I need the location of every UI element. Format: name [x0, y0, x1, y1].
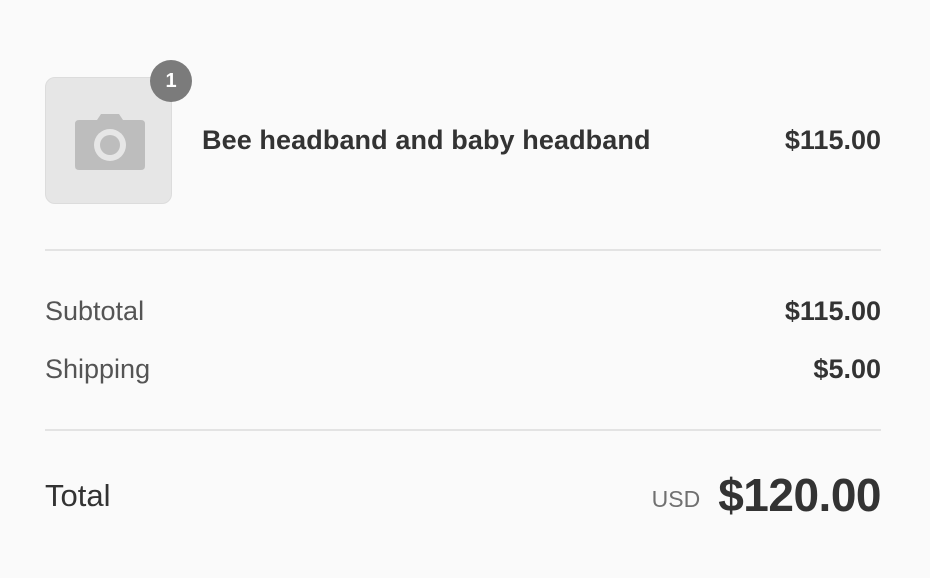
divider	[45, 249, 881, 251]
product-thumbnail: 1	[45, 60, 192, 204]
divider	[45, 429, 881, 431]
line-item: 1 Bee headband and baby headband $115.00	[45, 60, 881, 205]
subtotal-value: $115.00	[784, 296, 881, 326]
product-price: $115.00	[784, 125, 881, 155]
total-price: USD $120.00	[651, 468, 882, 522]
currency-code: USD	[651, 486, 701, 512]
total-label: Total	[45, 478, 111, 513]
camera-icon	[75, 114, 145, 170]
subtotal-label: Subtotal	[45, 296, 145, 326]
order-summary: 1 Bee headband and baby headband $115.00…	[0, 0, 930, 578]
total-amount: $120.00	[718, 469, 881, 521]
product-name: Bee headband and baby headband	[202, 125, 651, 155]
shipping-value: $5.00	[813, 354, 881, 384]
quantity-badge: 1	[150, 60, 192, 102]
shipping-label: Shipping	[45, 354, 151, 384]
